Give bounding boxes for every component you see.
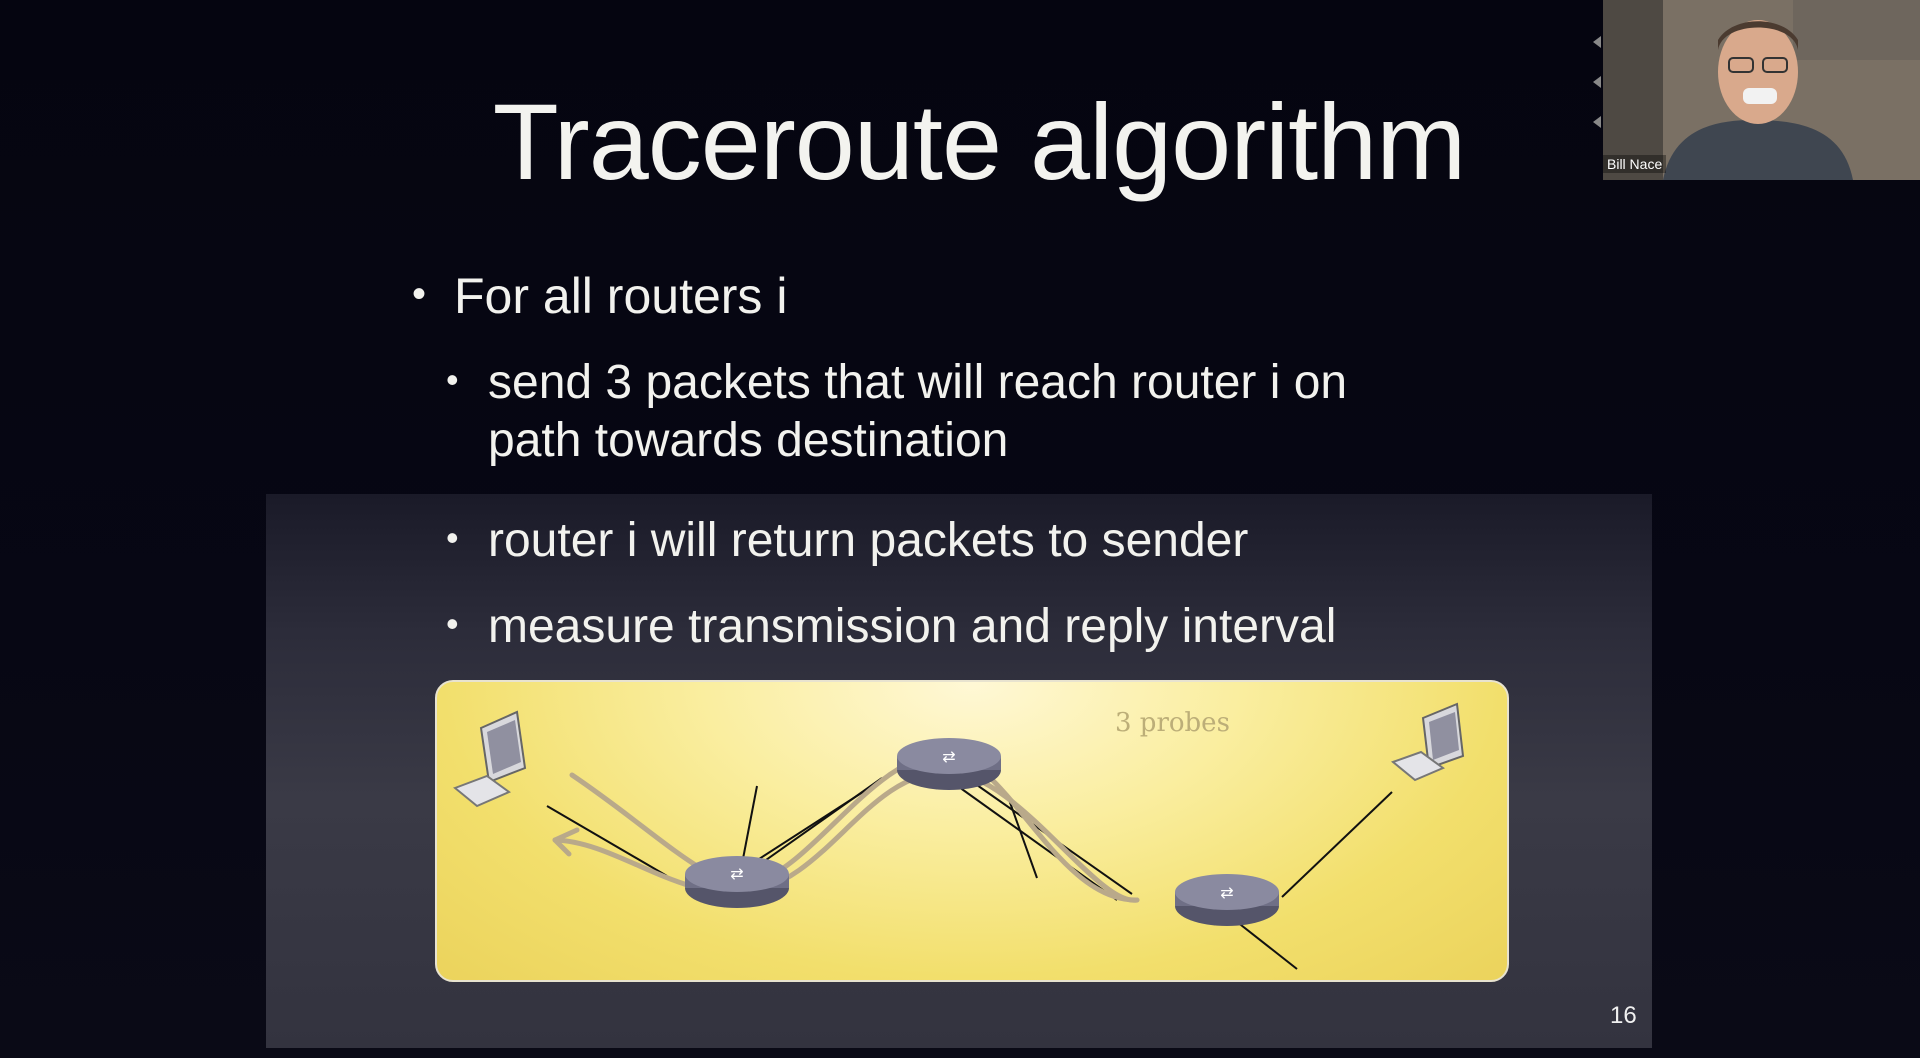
probe-path-out xyxy=(569,751,1140,903)
bullet-dot: • xyxy=(412,272,427,316)
probes-label: 3 probes xyxy=(1115,708,1230,738)
bullet-text: measure transmission and reply interval xyxy=(488,600,1337,653)
source-keyboard xyxy=(453,774,511,808)
video-panel-controls[interactable] xyxy=(1587,28,1603,138)
router-arrows-icon: ⇄ xyxy=(1220,883,1233,902)
bullet-router-return: • router i will return packets to sender xyxy=(446,512,1248,570)
network-diagram-svg: ⇄ ⇄ ⇄ xyxy=(453,702,1465,970)
participant-video-tile[interactable] xyxy=(1603,0,1920,180)
stub-link-router1 xyxy=(741,785,758,865)
router-arrows-icon: ⇄ xyxy=(942,747,955,766)
collapse-arrow-icon[interactable] xyxy=(1593,76,1601,88)
source-computer-icon xyxy=(453,710,527,808)
video-wall-left xyxy=(1603,0,1663,180)
link-router2-router3-b xyxy=(951,781,1118,901)
mouth-guard xyxy=(1743,88,1777,104)
network-links xyxy=(546,769,1393,970)
link-router3-destination xyxy=(1281,791,1393,898)
bullet-dot: • xyxy=(446,603,459,644)
bullet-measure-interval: • measure transmission and reply interva… xyxy=(446,598,1336,656)
destination-computer-icon xyxy=(1390,702,1465,782)
router-3: ⇄ xyxy=(1175,874,1279,926)
bullet-dot: • xyxy=(446,359,459,400)
video-panel-controls-svg xyxy=(1593,36,1601,128)
collapse-arrow-icon[interactable] xyxy=(1593,36,1601,48)
bullet-send-packets: • send 3 packets that will reach router … xyxy=(446,354,1426,469)
video-wall-right xyxy=(1793,0,1920,60)
slide-page-number: 16 xyxy=(1610,1002,1637,1029)
bullet-text: router i will return packets to sender xyxy=(488,514,1249,567)
collapse-arrow-icon[interactable] xyxy=(1593,116,1601,128)
bullet-for-all-routers: • For all routers i xyxy=(412,266,787,326)
router-arrows-icon: ⇄ xyxy=(730,864,743,883)
bullet-dot: • xyxy=(446,517,459,558)
bullet-text: For all routers i xyxy=(454,268,788,324)
probe-path-return xyxy=(552,769,1140,903)
router-2: ⇄ xyxy=(897,738,1001,790)
bullet-text: send 3 packets that will reach router i … xyxy=(488,356,1348,467)
network-diagram: ⇄ ⇄ ⇄ xyxy=(435,680,1509,982)
participant-name-label: Bill Nace xyxy=(1603,155,1667,173)
probe-paths xyxy=(552,751,1140,903)
router-1: ⇄ xyxy=(685,856,789,908)
participant-video-feed xyxy=(1603,0,1920,180)
